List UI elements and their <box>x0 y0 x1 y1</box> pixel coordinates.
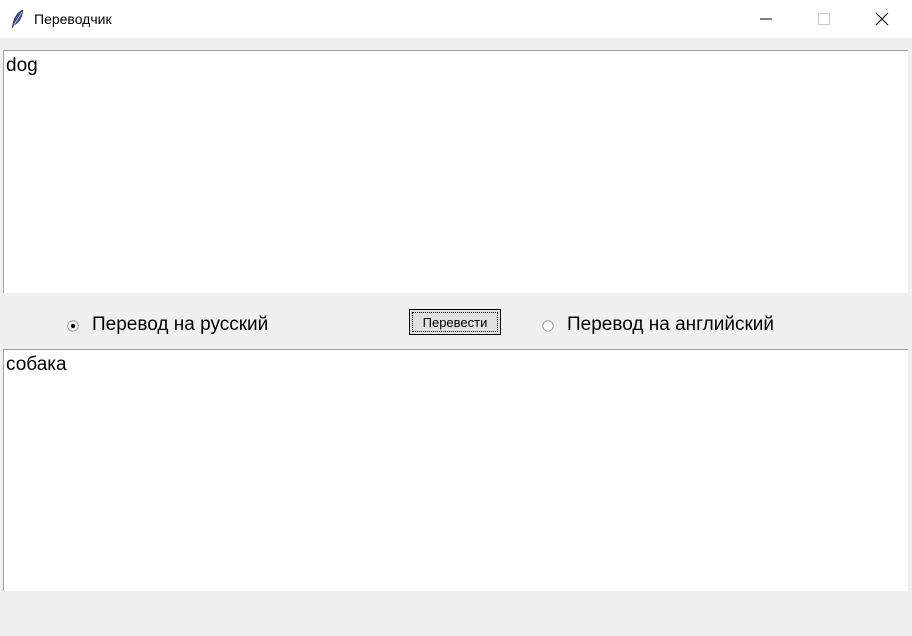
translate-button-label: Перевести <box>412 312 498 332</box>
close-button[interactable] <box>853 0 911 38</box>
radio-unselected-icon <box>542 319 554 332</box>
radio-to-russian-label: Перевод на русский <box>92 314 269 335</box>
maximize-icon <box>818 13 830 25</box>
feather-icon <box>11 9 25 29</box>
radio-to-russian[interactable]: Перевод на русский <box>67 314 268 336</box>
window-title: Переводчик <box>34 11 112 27</box>
close-icon <box>875 12 889 26</box>
radio-to-english-label: Перевод на английский <box>567 314 775 335</box>
title-bar: Переводчик <box>0 0 912 38</box>
source-text-area[interactable]: dog <box>3 50 908 293</box>
minimize-icon <box>760 18 772 20</box>
minimize-button[interactable] <box>737 0 795 38</box>
translate-button[interactable]: Перевести <box>409 309 501 335</box>
radio-selected-icon <box>67 319 79 332</box>
maximize-button[interactable] <box>795 0 853 38</box>
radio-to-english[interactable]: Перевод на английский <box>542 314 774 336</box>
translation-text-area[interactable]: собака <box>3 349 908 591</box>
